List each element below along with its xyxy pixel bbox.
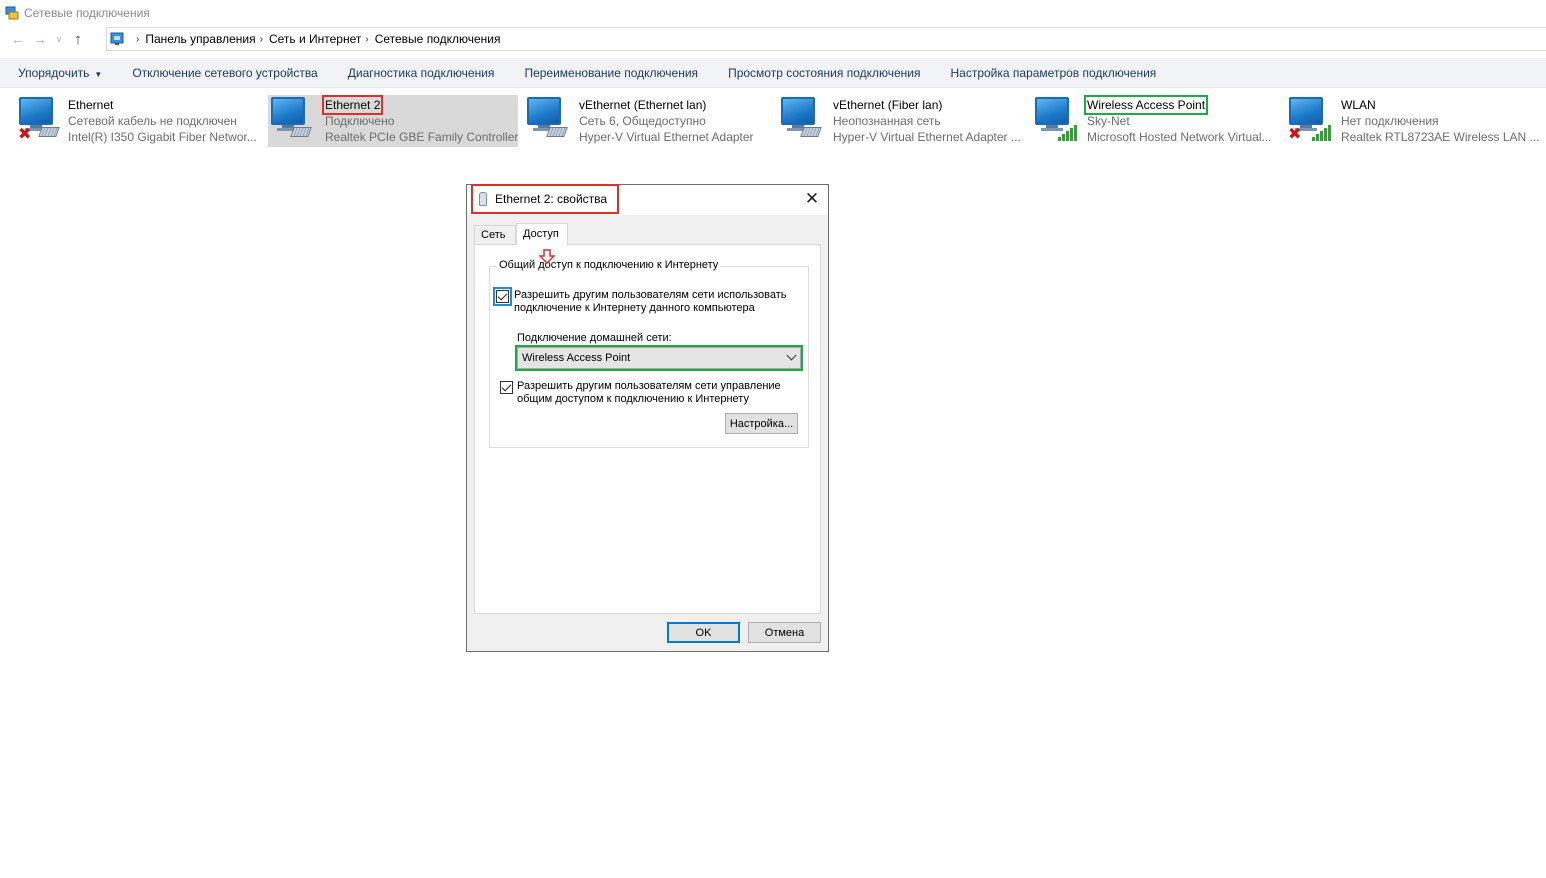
connection-device: Microsoft Hosted Network Virtual...	[1087, 130, 1272, 144]
command-bar: Упорядочить ▼ Отключение сетевого устройс…	[0, 58, 1546, 88]
adapter-icon	[479, 192, 487, 206]
diagnose-button[interactable]: Диагностика подключения	[348, 66, 495, 80]
window-title: Сетевые подключения	[24, 6, 150, 20]
home-network-value: Wireless Access Point	[522, 352, 631, 364]
change-settings-button[interactable]: Настройка параметров подключения	[951, 66, 1157, 80]
close-icon[interactable]: ✕	[803, 190, 821, 208]
dialog-titlebar[interactable]: Ethernet 2: свойства ✕	[467, 184, 828, 215]
cancel-button[interactable]: Отмена	[748, 622, 821, 643]
organize-label: Упорядочить	[18, 65, 90, 80]
wired-disconnected-icon: ✖	[16, 95, 68, 147]
properties-dialog: Ethernet 2: свойства ✕ Сеть Доступ Общий…	[466, 184, 829, 652]
wireless-disconnected-icon: ✖	[1286, 95, 1338, 147]
breadcrumb-network-connections[interactable]: Сетевые подключения	[375, 32, 501, 46]
connection-status: Нет подключения	[1341, 114, 1439, 128]
recent-locations-chevron-icon[interactable]: ∨	[51, 29, 67, 51]
allow-share-checkbox[interactable]	[496, 290, 509, 303]
connection-name: Wireless Access Point	[1083, 95, 1209, 115]
breadcrumb-control-panel[interactable]: Панель управления	[145, 32, 255, 46]
ok-button[interactable]: OK	[667, 622, 740, 643]
chevron-down-icon: ▼	[94, 69, 103, 79]
ics-group: Общий доступ к подключению к Интернету Р…	[489, 259, 809, 448]
connection-device: Hyper-V Virtual Ethernet Adapter ...	[833, 130, 1021, 144]
wireless-connected-icon	[1032, 95, 1084, 147]
forward-arrow-icon[interactable]: →	[29, 29, 51, 51]
connection-item-wireless-access-point[interactable]: Wireless Access Point Sky-Net Microsoft …	[1032, 95, 1282, 147]
view-status-button[interactable]: Просмотр состояния подключения	[728, 66, 920, 80]
connection-device: Hyper-V Virtual Ethernet Adapter	[579, 130, 754, 144]
allow-share-label: Разрешить другим пользователям сети испо…	[514, 289, 787, 314]
disable-device-button[interactable]: Отключение сетевого устройства	[132, 66, 317, 80]
breadcrumb-separator: ›	[136, 33, 140, 45]
wired-connected-icon	[524, 95, 576, 147]
sharing-tab-panel: Общий доступ к подключению к Интернету Р…	[474, 244, 821, 614]
annotation-arrow-down-icon	[539, 249, 555, 265]
allow-control-row: Разрешить другим пользователям сети упра…	[500, 380, 807, 406]
connection-status: Неопознанная сеть	[833, 114, 941, 128]
control-panel-icon	[110, 31, 126, 47]
allow-share-highlight	[493, 287, 512, 306]
connection-name: WLAN	[1341, 98, 1376, 112]
connection-device: Realtek PCIe GBE Family Controller	[325, 130, 519, 144]
allow-share-row: Разрешить другим пользователям сети испо…	[493, 287, 804, 315]
connection-name: vEthernet (Fiber lan)	[833, 98, 943, 112]
group-title: Общий доступ к подключению к Интернету	[497, 259, 721, 271]
connection-item-wlan[interactable]: ✖ WLAN Нет подключения Realtek RTL8723AE…	[1286, 95, 1540, 147]
connection-name: Ethernet	[68, 98, 114, 112]
tab-sharing[interactable]: Доступ	[516, 223, 568, 245]
chevron-down-icon	[786, 350, 797, 361]
connection-item-ethernet[interactable]: ✖ Ethernet Сетевой кабель не подключен I…	[16, 95, 266, 147]
allow-control-label: Разрешить другим пользователям сети упра…	[517, 380, 781, 405]
window-titlebar: Сетевые подключения	[0, 0, 1546, 26]
navigation-bar: ← → ∨ ↑ › Панель управления › Сеть и Инт…	[0, 27, 1546, 52]
rename-button[interactable]: Переименование подключения	[524, 66, 698, 80]
up-arrow-icon[interactable]: ↑	[67, 29, 89, 51]
connection-status: Подключено	[325, 114, 395, 128]
breadcrumb-network-internet[interactable]: Сеть и Интернет	[269, 32, 361, 46]
connection-item-vethernet-lan[interactable]: vEthernet (Ethernet lan) Сеть 6, Общедос…	[524, 95, 774, 147]
tab-network[interactable]: Сеть	[474, 225, 516, 245]
home-network-label: Подключение домашней сети:	[517, 332, 672, 344]
connection-device: Intel(R) I350 Gigabit Fiber Networ...	[68, 130, 257, 144]
network-connections-icon	[5, 6, 19, 20]
home-network-select[interactable]: Wireless Access Point	[515, 345, 803, 371]
wired-connected-icon	[268, 95, 320, 147]
connection-item-vethernet-fiber[interactable]: vEthernet (Fiber lan) Неопознанная сеть …	[778, 95, 1028, 147]
settings-button[interactable]: Настройка...	[725, 413, 798, 434]
connection-item-ethernet-2[interactable]: Ethernet 2 Подключено Realtek PCIe GBE F…	[268, 95, 518, 147]
dialog-title-box: Ethernet 2: свойства	[470, 184, 620, 214]
connection-device: Realtek RTL8723AE Wireless LAN ...	[1341, 130, 1540, 144]
connection-name: vEthernet (Ethernet lan)	[579, 98, 707, 112]
dialog-title: Ethernet 2: свойства	[495, 192, 608, 206]
connection-status: Sky-Net	[1087, 114, 1130, 128]
connection-status: Сетевой кабель не подключен	[68, 114, 237, 128]
connection-status: Сеть 6, Общедоступно	[579, 114, 706, 128]
back-arrow-icon[interactable]: ←	[7, 29, 29, 51]
breadcrumb-separator: ›	[365, 33, 369, 45]
allow-control-checkbox[interactable]	[500, 381, 513, 394]
organize-menu-button[interactable]: Упорядочить ▼	[18, 66, 102, 80]
connection-name: Ethernet 2	[321, 95, 384, 115]
address-bar[interactable]: › Панель управления › Сеть и Интернет › …	[106, 27, 1546, 51]
breadcrumb-separator: ›	[259, 33, 263, 45]
wired-connected-icon	[778, 95, 830, 147]
